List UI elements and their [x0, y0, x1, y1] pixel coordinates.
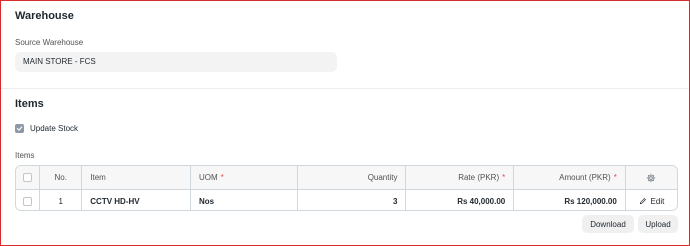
section-divider — [1, 88, 689, 89]
items-table: No. Item UOM * Quantity Rate (PKR) * Amoun… — [15, 165, 678, 211]
items-section-title: Items — [15, 98, 44, 110]
update-stock-label: Update Stock — [30, 124, 79, 133]
required-mark: * — [502, 173, 506, 182]
row-edit-button[interactable]: Edit — [626, 190, 677, 210]
source-warehouse-label: Source Warehouse — [15, 38, 84, 47]
update-stock-row[interactable]: Update Stock — [15, 124, 78, 133]
header-quantity: Quantity — [298, 166, 407, 189]
pencil-icon — [639, 198, 646, 205]
row-select[interactable] — [16, 190, 41, 210]
row-no: 1 — [40, 190, 83, 210]
header-uom-label: UOM — [198, 173, 218, 182]
row-amount[interactable]: Rs 120,000.00 — [514, 190, 626, 210]
download-button[interactable]: Download — [582, 215, 634, 233]
row-quantity[interactable]: 3 — [298, 190, 407, 210]
edit-label: Edit — [650, 196, 665, 206]
required-mark: * — [220, 173, 224, 182]
row-checkbox[interactable] — [23, 196, 33, 206]
upload-button[interactable]: Upload — [638, 215, 678, 233]
required-mark: * — [613, 173, 617, 182]
items-table-label: Items — [15, 151, 35, 160]
header-item: Item — [82, 166, 191, 189]
source-warehouse-field[interactable]: MAIN STORE - FCS — [15, 52, 337, 72]
gear-icon — [647, 173, 656, 182]
row-uom[interactable]: Nos — [191, 190, 298, 210]
table-header-row: No. Item UOM * Quantity Rate (PKR) * Amoun… — [16, 166, 677, 189]
header-no: No. — [40, 166, 83, 189]
header-amount-label: Amount (PKR) — [559, 173, 611, 182]
check-icon — [16, 126, 23, 131]
header-uom: UOM * — [191, 166, 298, 189]
table-row[interactable]: 1 CCTV HD-HV Nos 3 Rs 40,000.00 Rs 120,0… — [16, 189, 677, 210]
column-settings-button[interactable] — [626, 166, 677, 189]
row-rate[interactable]: Rs 40,000.00 — [406, 190, 515, 210]
row-item[interactable]: CCTV HD-HV — [82, 190, 191, 210]
header-amount: Amount (PKR) * — [514, 166, 626, 189]
warehouse-section-title: Warehouse — [15, 10, 74, 22]
header-rate: Rate (PKR) * — [406, 166, 515, 189]
header-rate-label: Rate (PKR) — [458, 173, 500, 182]
update-stock-checkbox[interactable] — [15, 124, 24, 133]
header-select-all[interactable] — [16, 166, 41, 189]
select-all-checkbox[interactable] — [23, 173, 33, 182]
